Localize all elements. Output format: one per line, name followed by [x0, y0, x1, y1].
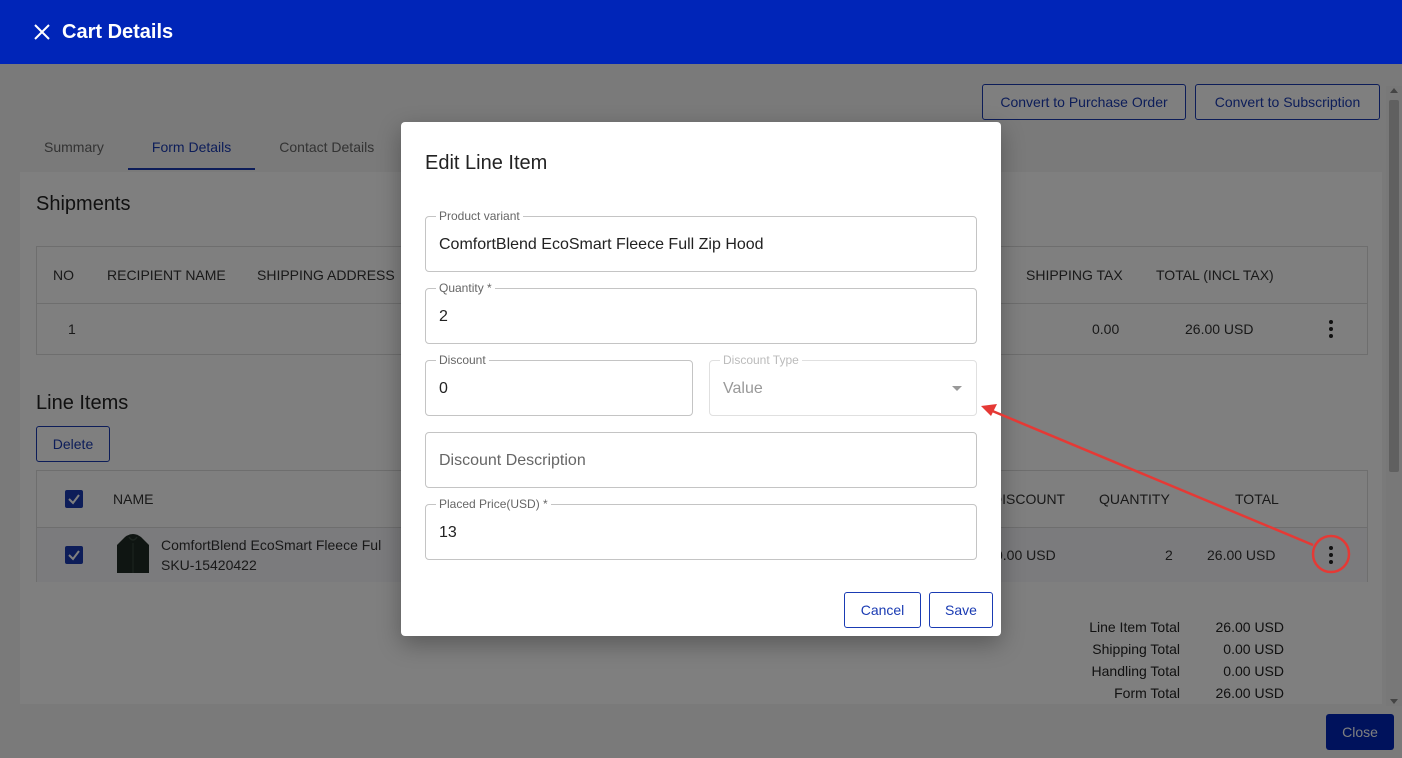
discount-description-field[interactable]: Discount Description [425, 432, 977, 488]
caret-down-icon[interactable] [952, 386, 962, 391]
edit-line-item-dialog: Edit Line Item Product variant ComfortBl… [401, 122, 1001, 636]
discount-type-value: Value [723, 380, 763, 397]
product-variant-field[interactable]: Product variant ComfortBlend EcoSmart Fl… [425, 209, 977, 272]
dialog-title: Edit Line Item [425, 152, 548, 174]
placed-price-label: Placed Price(USD) * [436, 497, 551, 511]
quantity-field[interactable]: Quantity * 2 [425, 281, 977, 344]
discount-value: 0 [439, 380, 448, 397]
discount-type-label: Discount Type [720, 353, 802, 367]
discount-label: Discount [436, 353, 489, 367]
placed-price-value: 13 [439, 524, 457, 541]
quantity-label: Quantity * [436, 281, 495, 295]
top-bar: Cart Details [0, 0, 1402, 64]
product-variant-value: ComfortBlend EcoSmart Fleece Full Zip Ho… [439, 236, 764, 253]
placed-price-field[interactable]: Placed Price(USD) * 13 [425, 497, 977, 560]
cancel-button[interactable]: Cancel [844, 592, 921, 628]
discount-type-select[interactable]: Discount Type Value [709, 353, 977, 416]
page-title: Cart Details [62, 20, 174, 43]
save-button[interactable]: Save [929, 592, 993, 628]
quantity-value: 2 [439, 308, 448, 325]
discount-field[interactable]: Discount 0 [425, 353, 693, 416]
product-variant-label: Product variant [436, 209, 523, 223]
discount-description-placeholder: Discount Description [439, 452, 586, 469]
close-icon[interactable] [32, 22, 52, 42]
